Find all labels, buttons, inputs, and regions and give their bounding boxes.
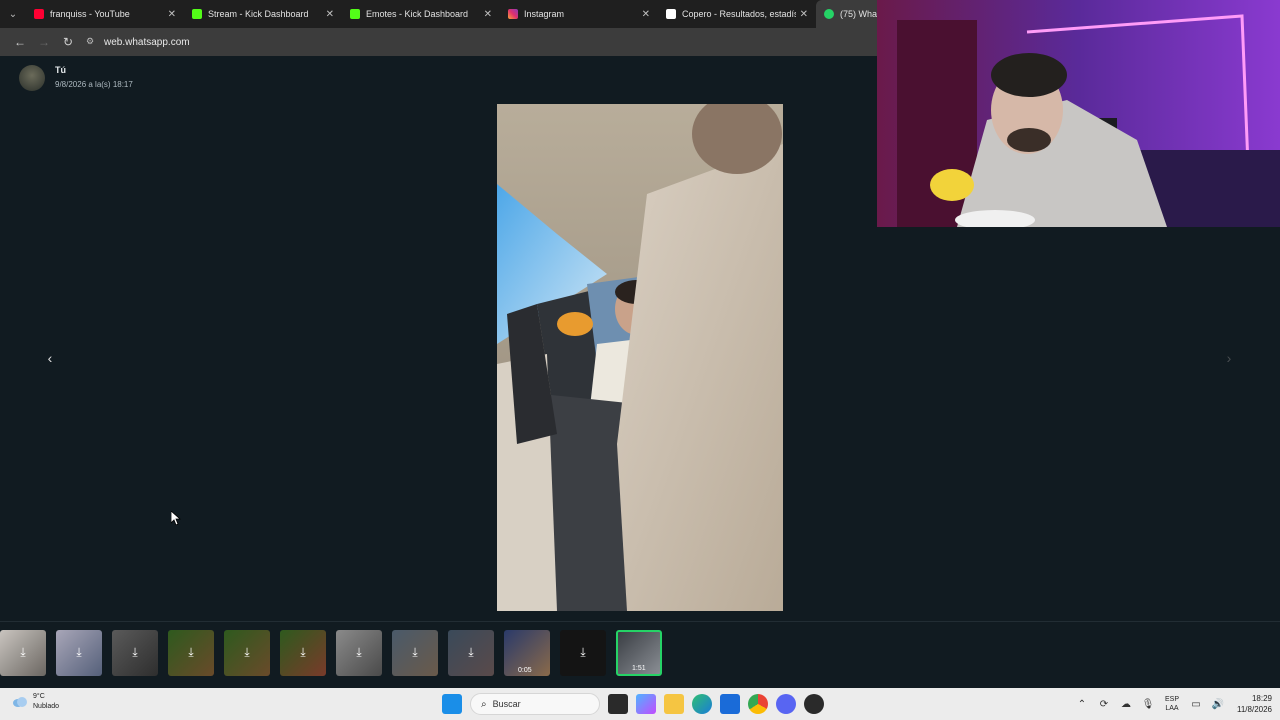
download-icon[interactable]: ⤓ <box>71 645 87 661</box>
media-thumbnail[interactable]: ⤓ <box>168 630 214 676</box>
webcam-overlay <box>877 0 1280 227</box>
media-thumbnail[interactable]: ⤓ <box>280 630 326 676</box>
close-tab-icon[interactable]: ✕ <box>642 9 650 20</box>
previous-media-button[interactable]: ‹ <box>40 348 60 368</box>
game-app-icon[interactable] <box>804 694 824 714</box>
task-view-icon[interactable] <box>608 694 628 714</box>
copero-icon <box>666 9 676 19</box>
video-duration: 1:51 <box>632 665 646 672</box>
copilot-icon[interactable] <box>636 694 656 714</box>
forward-arrow-icon[interactable]: → <box>32 30 56 54</box>
microsoft-store-icon[interactable] <box>720 694 740 714</box>
windows-taskbar: 9°C Nublado ⌕ Buscar ⌃ ⟳ ☁ 🎙 ESP LAA ▭ 🔊… <box>0 688 1280 720</box>
next-media-button[interactable]: › <box>1219 348 1239 368</box>
media-thumbnail-selected[interactable]: 1:51 <box>616 630 662 676</box>
media-strip-divider <box>0 621 1280 622</box>
discord-icon[interactable] <box>776 694 796 714</box>
media-thumbnail[interactable]: ⤓ <box>560 630 606 676</box>
download-icon[interactable]: ⤓ <box>295 645 311 661</box>
media-thumbnail[interactable]: ⤓ <box>112 630 158 676</box>
tab-label: franquiss - YouTube <box>50 9 130 19</box>
system-tray: ⌃ ⟳ ☁ 🎙 ESP LAA ▭ 🔊 18:29 11/8/2026 <box>1071 692 1272 716</box>
sync-icon[interactable]: ⟳ <box>1096 696 1112 712</box>
close-tab-icon[interactable]: ✕ <box>800 9 808 20</box>
avatar[interactable] <box>19 65 45 91</box>
media-thumbnail[interactable]: ⤓ <box>224 630 270 676</box>
lang-top: ESP <box>1164 696 1179 703</box>
tab-kick-stream[interactable]: Stream - Kick Dashboard ✕ <box>184 0 342 28</box>
close-tab-icon[interactable]: ✕ <box>484 9 492 20</box>
download-icon[interactable]: ⤓ <box>127 645 143 661</box>
file-explorer-icon[interactable] <box>664 694 684 714</box>
taskbar-apps: ⌕ Buscar <box>438 692 828 716</box>
cloud-icon <box>13 697 27 707</box>
tab-label: Emotes - Kick Dashboard <box>366 9 469 19</box>
media-thumbnail[interactable]: ⤓ <box>336 630 382 676</box>
windows-start-icon[interactable] <box>442 694 462 714</box>
clock-date: 11/8/2026 <box>1237 705 1272 714</box>
video-duration: 0:05 <box>518 667 532 674</box>
download-icon[interactable]: ⤓ <box>183 645 199 661</box>
chrome-icon[interactable] <box>748 694 768 714</box>
network-icon[interactable]: ☁ <box>1118 696 1134 712</box>
download-icon[interactable]: ⤓ <box>239 645 255 661</box>
whatsapp-icon <box>824 9 834 19</box>
download-icon[interactable]: ⤓ <box>15 645 31 661</box>
display-icon[interactable]: ▭ <box>1188 696 1204 712</box>
reload-icon[interactable]: ↻ <box>56 30 80 54</box>
clock-time: 18:29 <box>1251 694 1272 703</box>
volume-icon[interactable]: 🔊 <box>1210 696 1226 712</box>
microphone-icon[interactable]: 🎙 <box>1140 696 1156 712</box>
mouse-cursor-icon <box>171 511 181 525</box>
language-indicator[interactable]: ESP LAA <box>1165 695 1179 713</box>
close-tab-icon[interactable]: ✕ <box>168 9 176 20</box>
youtube-icon <box>34 9 44 19</box>
download-icon[interactable]: ⤓ <box>351 645 367 661</box>
chevron-up-icon[interactable]: ⌃ <box>1074 696 1090 712</box>
tab-label: (75) Whats <box>840 9 878 19</box>
back-arrow-icon[interactable]: ← <box>8 30 32 54</box>
weather-widget[interactable]: 9°C Nublado <box>12 692 59 712</box>
instagram-icon <box>508 9 518 19</box>
clock[interactable]: 18:29 11/8/2026 <box>1237 693 1272 715</box>
url-text: web.whatsapp.com <box>104 36 190 48</box>
search-icon: ⌕ <box>481 698 487 710</box>
media-thumbnail[interactable]: ⤓ <box>0 630 46 676</box>
tab-kick-emotes[interactable]: Emotes - Kick Dashboard ✕ <box>342 0 500 28</box>
message-timestamp: 9/8/2026 a la(s) 18:17 <box>55 80 133 89</box>
streamer-webcam-image <box>877 0 1280 227</box>
site-info-icon[interactable]: ⚙ <box>86 36 98 48</box>
kick-icon <box>350 9 360 19</box>
sender-name: Tú <box>55 65 66 75</box>
tab-label: Stream - Kick Dashboard <box>208 9 309 19</box>
car-interior-photo <box>497 104 783 611</box>
media-thumbnail[interactable]: ⤓ <box>392 630 438 676</box>
close-tab-icon[interactable]: ✕ <box>326 9 334 20</box>
search-label: Buscar <box>492 699 521 709</box>
media-thumbnail[interactable]: ⤓ <box>448 630 494 676</box>
weather-desc: Nublado <box>33 703 60 710</box>
url-field[interactable]: ⚙ web.whatsapp.com <box>86 31 190 53</box>
download-icon[interactable]: ⤓ <box>407 645 423 661</box>
download-icon[interactable]: ⤓ <box>575 645 591 661</box>
media-thumbnail-strip: ⤓ ⤓ ⤓ ⤓ ⤓ ⤓ ⤓ ⤓ ⤓ 0:05 ⤓ 1:51 <box>0 630 1280 676</box>
lang-bottom: LAA <box>1165 705 1179 712</box>
tab-search-chevron-icon[interactable]: ⌄ <box>0 0 26 28</box>
tab-instagram[interactable]: Instagram ✕ <box>500 0 658 28</box>
taskbar-search[interactable]: ⌕ Buscar <box>470 693 600 715</box>
media-thumbnail[interactable]: ⤓ <box>56 630 102 676</box>
tab-label: Copero - Resultados, estadístic <box>682 9 796 19</box>
tab-whatsapp[interactable]: (75) Whats <box>816 0 886 28</box>
tab-youtube[interactable]: franquiss - YouTube ✕ <box>26 0 184 28</box>
media-photo <box>497 104 783 611</box>
kick-icon <box>192 9 202 19</box>
edge-icon[interactable] <box>692 694 712 714</box>
tab-copero[interactable]: Copero - Resultados, estadístic ✕ <box>658 0 816 28</box>
weather-temp: 9°C <box>33 693 45 700</box>
media-thumbnail-video[interactable]: 0:05 <box>504 630 550 676</box>
download-icon[interactable]: ⤓ <box>463 645 479 661</box>
tab-label: Instagram <box>524 9 565 19</box>
